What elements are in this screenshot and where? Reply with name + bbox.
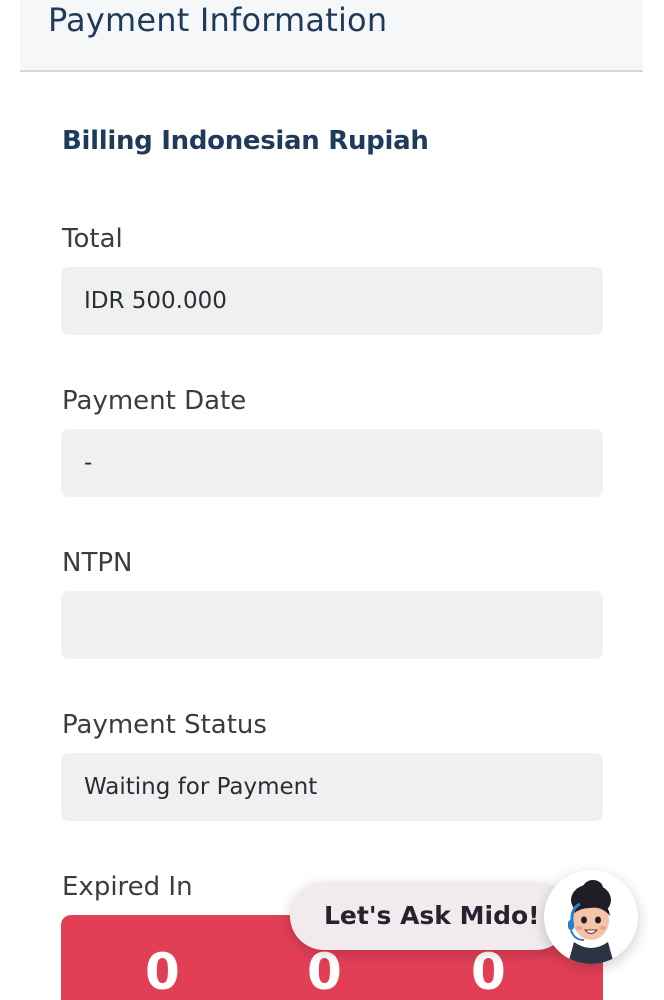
payment-status-label: Payment Status <box>62 710 267 740</box>
countdown-seconds: 0 <box>471 943 506 1000</box>
ask-mido-label: Let's Ask Mido! <box>324 901 540 930</box>
mido-face-icon <box>568 880 614 964</box>
ntpn-field <box>61 591 603 659</box>
total-value: IDR 500.000 <box>84 288 227 314</box>
card-header: Payment Information <box>20 0 643 72</box>
countdown-minutes: 0 <box>307 943 342 1000</box>
ntpn-label: NTPN <box>62 548 133 578</box>
page-title: Payment Information <box>48 1 388 39</box>
payment-date-field: - <box>61 429 603 497</box>
expired-in-label: Expired In <box>62 872 193 902</box>
total-label: Total <box>62 224 123 254</box>
total-field: IDR 500.000 <box>61 267 603 335</box>
countdown-hours: 0 <box>145 943 180 1000</box>
payment-page: Payment Information Billing Indonesian R… <box>0 0 664 1000</box>
payment-status-value: Waiting for Payment <box>84 774 318 800</box>
billing-section-title: Billing Indonesian Rupiah <box>62 126 429 156</box>
payment-date-value: - <box>84 450 93 476</box>
payment-status-field: Waiting for Payment <box>61 753 603 821</box>
payment-date-label: Payment Date <box>62 386 247 416</box>
mido-avatar-icon[interactable] <box>544 870 638 964</box>
ask-mido-button[interactable]: Let's Ask Mido! <box>290 882 570 950</box>
